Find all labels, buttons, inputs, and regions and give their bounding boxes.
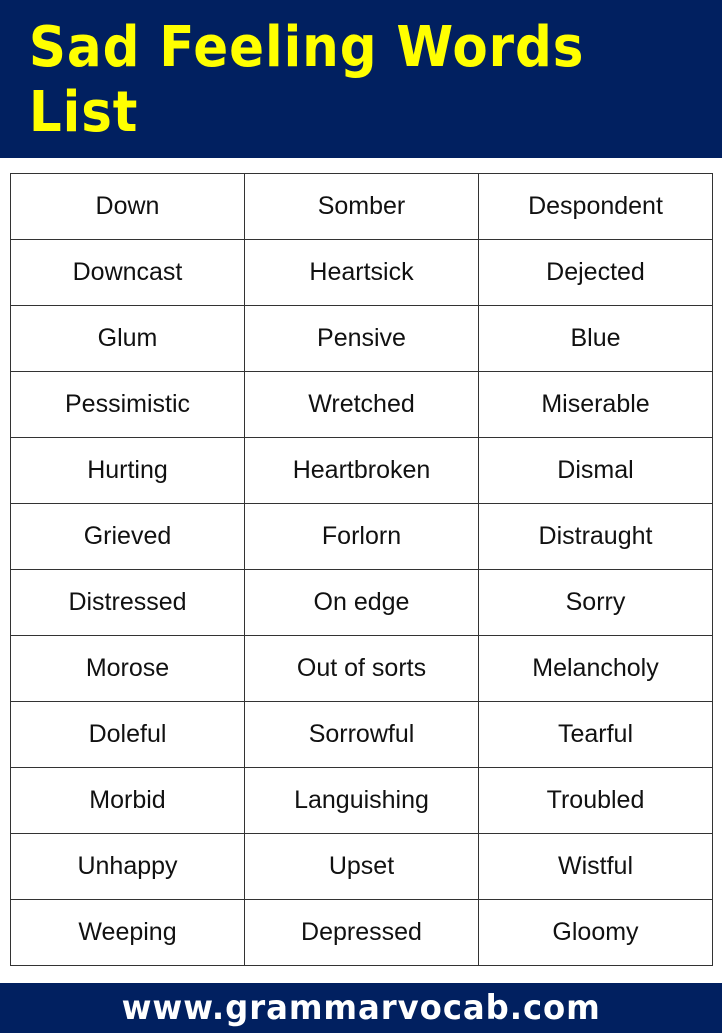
word-cell: Somber xyxy=(244,173,479,240)
table-row: Down Somber Despondent xyxy=(10,173,713,240)
word-cell: Wistful xyxy=(478,833,713,900)
word-cell: Heartsick xyxy=(244,239,479,306)
word-cell: Dejected xyxy=(478,239,713,306)
word-cell: Gloomy xyxy=(478,899,713,966)
word-cell: Sorry xyxy=(478,569,713,636)
word-cell: Depressed xyxy=(244,899,479,966)
page-title: Sad Feeling Words List xyxy=(28,15,585,145)
table-row: Unhappy Upset Wistful xyxy=(10,833,713,900)
website-url: www.grammarvocab.com xyxy=(121,988,601,1028)
word-cell: Languishing xyxy=(244,767,479,834)
word-cell: Distraught xyxy=(478,503,713,570)
word-cell: Upset xyxy=(244,833,479,900)
table-row: Doleful Sorrowful Tearful xyxy=(10,701,713,768)
word-cell: Glum xyxy=(10,305,245,372)
table-row: Distressed On edge Sorry xyxy=(10,569,713,636)
word-cell: Melancholy xyxy=(478,635,713,702)
word-cell: Troubled xyxy=(478,767,713,834)
word-cell: Heartbroken xyxy=(244,437,479,504)
word-cell: Pessimistic xyxy=(10,371,245,438)
word-cell: Sorrowful xyxy=(244,701,479,768)
header-banner: Sad Feeling Words List xyxy=(0,0,722,158)
table-row: Hurting Heartbroken Dismal xyxy=(10,437,713,504)
table-row: Grieved Forlorn Distraught xyxy=(10,503,713,570)
table-row: Glum Pensive Blue xyxy=(10,305,713,372)
word-cell: Tearful xyxy=(478,701,713,768)
word-cell: Hurting xyxy=(10,437,245,504)
footer-banner: www.grammarvocab.com xyxy=(0,983,722,1033)
word-cell: Weeping xyxy=(10,899,245,966)
word-cell: Morbid xyxy=(10,767,245,834)
table-row: Pessimistic Wretched Miserable xyxy=(10,371,713,438)
table-row: Morose Out of sorts Melancholy xyxy=(10,635,713,702)
word-cell: Blue xyxy=(478,305,713,372)
word-cell: Despondent xyxy=(478,173,713,240)
word-cell: Grieved xyxy=(10,503,245,570)
words-table-body: Down Somber Despondent Downcast Heartsick Dej… xyxy=(10,173,713,966)
word-cell: Doleful xyxy=(10,701,245,768)
word-cell: Out of sorts xyxy=(244,635,479,702)
word-cell: Pensive xyxy=(244,305,479,372)
table-row: Downcast Heartsick Dejected xyxy=(10,239,713,306)
table-row: Morbid Languishing Troubled xyxy=(10,767,713,834)
word-cell: On edge xyxy=(244,569,479,636)
word-cell: Morose xyxy=(10,635,245,702)
word-cell: Wretched xyxy=(244,371,479,438)
word-cell: Forlorn xyxy=(244,503,479,570)
word-cell: Downcast xyxy=(10,239,245,306)
table-row: Weeping Depressed Gloomy xyxy=(10,899,713,966)
word-cell: Dismal xyxy=(478,437,713,504)
word-cell: Distressed xyxy=(10,569,245,636)
word-cell: Miserable xyxy=(478,371,713,438)
word-cell: Unhappy xyxy=(10,833,245,900)
words-table: Down Somber Despondent Downcast Heartsick Dej… xyxy=(10,173,713,966)
word-cell: Down xyxy=(10,173,245,240)
